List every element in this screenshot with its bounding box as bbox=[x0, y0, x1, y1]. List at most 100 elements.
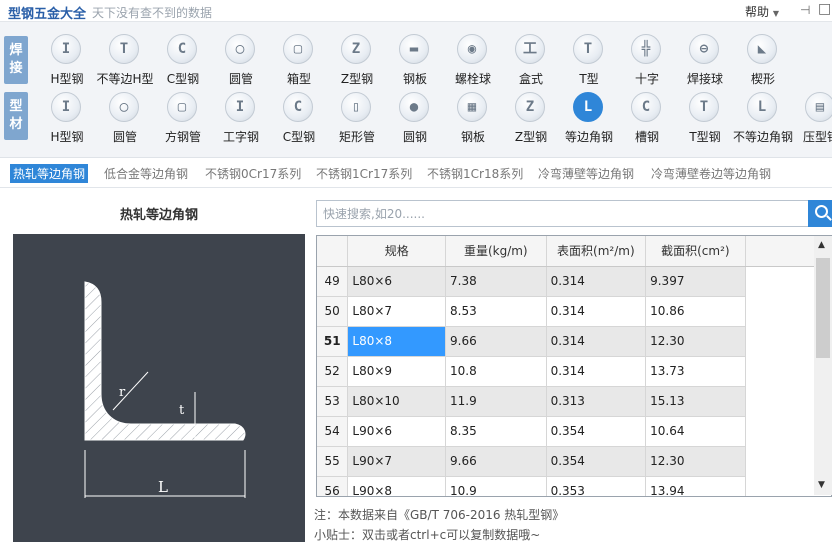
tool-row1-8[interactable]: 工盒式 bbox=[502, 32, 560, 90]
table-cell[interactable]: 0.353 bbox=[546, 476, 647, 496]
table-cell[interactable]: L80×10 bbox=[347, 386, 447, 417]
tool-row1-0[interactable]: I H型钢 bbox=[38, 32, 96, 90]
row-number[interactable]: 50 bbox=[317, 296, 349, 327]
table-cell[interactable]: 13.73 bbox=[645, 356, 746, 387]
tool-row1-12[interactable]: ◣ 楔形 bbox=[734, 32, 792, 90]
table-cell[interactable]: 0.354 bbox=[546, 416, 647, 447]
table-cell[interactable]: 13.94 bbox=[645, 476, 746, 496]
tab-5[interactable]: 冷弯薄壁等边角钢 bbox=[535, 164, 637, 183]
tool-row1-7[interactable]: ◉ 螺栓球 bbox=[444, 32, 502, 90]
scroll-down-icon[interactable]: ▼ bbox=[818, 480, 825, 490]
tab-0[interactable]: 热轧等边角钢 bbox=[10, 164, 89, 183]
row-number[interactable]: 53 bbox=[317, 386, 349, 417]
tool-row2-2[interactable]: ▢ 方钢管 bbox=[154, 90, 212, 148]
table-cell[interactable]: L80×7 bbox=[347, 296, 447, 327]
tool-row2-11[interactable]: T T型钢 bbox=[676, 90, 734, 148]
table-cell[interactable]: 11.9 bbox=[445, 386, 547, 417]
table-cell[interactable]: 12.30 bbox=[645, 326, 746, 357]
row-number[interactable]: 49 bbox=[317, 266, 349, 297]
table-cell[interactable]: 0.314 bbox=[546, 356, 647, 387]
table-cell[interactable]: 8.53 bbox=[445, 296, 547, 327]
table-cell[interactable]: 12.30 bbox=[645, 446, 746, 477]
tool-row2-10[interactable]: C 槽钢 bbox=[618, 90, 676, 148]
tool-row2-0[interactable]: I H型钢 bbox=[38, 90, 96, 148]
table-row[interactable]: 54 L90×6 8.35 0.354 10.64 bbox=[317, 416, 831, 447]
table-cell[interactable]: 9.397 bbox=[645, 266, 746, 297]
table-row[interactable]: 53 L80×10 11.9 0.313 15.13 bbox=[317, 386, 831, 417]
window-icon[interactable]: □ bbox=[818, 1, 831, 17]
tab-1[interactable]: 低合金等边角钢 bbox=[101, 164, 191, 183]
table-row[interactable]: 51 L80×8 9.66 0.314 12.30 bbox=[317, 326, 831, 357]
scroll-thumb[interactable] bbox=[816, 258, 830, 358]
tool-row1-9[interactable]: T T型 bbox=[560, 32, 618, 90]
table-cell[interactable]: L90×8 bbox=[347, 476, 447, 496]
tool-row2-5[interactable]: ▯ 矩形管 bbox=[328, 90, 386, 148]
column-header[interactable]: 表面积(m²/m) bbox=[546, 236, 647, 267]
table-cell[interactable]: 9.66 bbox=[445, 446, 547, 477]
column-header[interactable]: 重量(kg/m) bbox=[445, 236, 547, 267]
table-cell[interactable]: 10.8 bbox=[445, 356, 547, 387]
tool-row1-11[interactable]: ⊖ 焊接球 bbox=[676, 32, 734, 90]
tool-row1-5[interactable]: Z Z型钢 bbox=[328, 32, 386, 90]
tab-2[interactable]: 不锈钢0Cr17系列 bbox=[202, 164, 304, 183]
table-cell[interactable]: 10.64 bbox=[645, 416, 746, 447]
row-number[interactable]: 56 bbox=[317, 476, 349, 496]
tool-row2-8[interactable]: Z Z型钢 bbox=[502, 90, 560, 148]
row-number[interactable]: 55 bbox=[317, 446, 349, 477]
table-cell[interactable]: L80×6 bbox=[347, 266, 447, 297]
search-button[interactable] bbox=[808, 200, 832, 227]
table-row[interactable]: 49 L80×6 7.38 0.314 9.397 bbox=[317, 266, 831, 297]
tool-row2-7[interactable]: ▦ 钢板 bbox=[444, 90, 502, 148]
tool-row1-10[interactable]: ╬ 十字 bbox=[618, 32, 676, 90]
table-cell[interactable]: 7.38 bbox=[445, 266, 547, 297]
tool-row1-3[interactable]: ◯ 圆管 bbox=[212, 32, 270, 90]
table-cell[interactable]: 0.314 bbox=[546, 326, 647, 357]
table-cell[interactable]: 10.86 bbox=[645, 296, 746, 327]
tool-row2-1[interactable]: ◯ 圆管 bbox=[96, 90, 154, 148]
pin-icon[interactable]: ⊣ bbox=[800, 3, 810, 17]
table-cell[interactable]: 9.66 bbox=[445, 326, 547, 357]
tool-row1-4[interactable]: ▢ 箱型 bbox=[270, 32, 328, 90]
table-row[interactable]: 56 L90×8 10.9 0.353 13.94 bbox=[317, 476, 831, 496]
table-cell[interactable]: 0.313 bbox=[546, 386, 647, 417]
tool-row2-13[interactable]: ▤ 压型钢 bbox=[792, 90, 832, 148]
tool-row2-4[interactable]: C C型钢 bbox=[270, 90, 328, 148]
app-title: 型钢五金大全 bbox=[8, 7, 87, 22]
table-cell[interactable]: 0.314 bbox=[546, 296, 647, 327]
tool-row2-9[interactable]: L 等边角钢 bbox=[560, 90, 618, 148]
table-cell[interactable]: 8.35 bbox=[445, 416, 547, 447]
table-cell[interactable]: 10.9 bbox=[445, 476, 547, 496]
tool-label: Z型钢 bbox=[340, 72, 374, 86]
tool-row1-1[interactable]: T 不等边H型 bbox=[96, 32, 154, 90]
tool-row2-6[interactable]: ● 圆钢 bbox=[386, 90, 444, 148]
tool-row1-2[interactable]: C C型钢 bbox=[154, 32, 212, 90]
data-table: 规格 重量(kg/m) 表面积(m²/m) 截面积(cm²) 49 L80×6 7.38 0… bbox=[317, 236, 831, 496]
column-header[interactable]: 规格 bbox=[347, 236, 447, 267]
tool-row2-12[interactable]: L 不等边角钢 bbox=[733, 90, 793, 148]
toolbar: 焊接 型材 I H型钢 T 不等边H型 C C型钢 ◯ 圆管 ▢ 箱型 Z Z型钢 ▬ 钢板 ◉ 螺栓球工盒式… bbox=[0, 22, 832, 158]
tab-3[interactable]: 不锈钢1Cr17系列 bbox=[313, 164, 415, 183]
table-row[interactable]: 55 L90×7 9.66 0.354 12.30 bbox=[317, 446, 831, 477]
tool-row2-3[interactable]: I 工字钢 bbox=[212, 90, 270, 148]
data-grid[interactable]: 规格 重量(kg/m) 表面积(m²/m) 截面积(cm²) 49 L80×6 7.38 0… bbox=[316, 235, 832, 497]
help-menu[interactable]: 帮助 ▼ bbox=[745, 3, 779, 20]
row-number[interactable]: 54 bbox=[317, 416, 349, 447]
tab-6[interactable]: 冷弯薄壁卷边等边角钢 bbox=[648, 164, 774, 183]
table-cell[interactable]: 0.354 bbox=[546, 446, 647, 477]
row-number[interactable]: 52 bbox=[317, 356, 349, 387]
table-cell[interactable]: L80×8 bbox=[347, 326, 447, 357]
tool-row1-6[interactable]: ▬ 钢板 bbox=[386, 32, 444, 90]
table-cell[interactable]: L90×7 bbox=[347, 446, 447, 477]
column-header[interactable]: 截面积(cm²) bbox=[645, 236, 746, 267]
tab-4[interactable]: 不锈钢1Cr18系列 bbox=[424, 164, 526, 183]
table-row[interactable]: 50 L80×7 8.53 0.314 10.86 bbox=[317, 296, 831, 327]
table-cell[interactable]: L90×6 bbox=[347, 416, 447, 447]
search-input[interactable] bbox=[316, 200, 818, 227]
scroll-up-icon[interactable]: ▲ bbox=[818, 240, 825, 250]
table-cell[interactable]: L80×9 bbox=[347, 356, 447, 387]
table-cell[interactable]: 15.13 bbox=[645, 386, 746, 417]
vertical-scrollbar[interactable]: ▲ ▼ bbox=[814, 236, 832, 495]
row-number[interactable]: 51 bbox=[317, 326, 349, 357]
table-row[interactable]: 52 L80×9 10.8 0.314 13.73 bbox=[317, 356, 831, 387]
table-cell[interactable]: 0.314 bbox=[546, 266, 647, 297]
